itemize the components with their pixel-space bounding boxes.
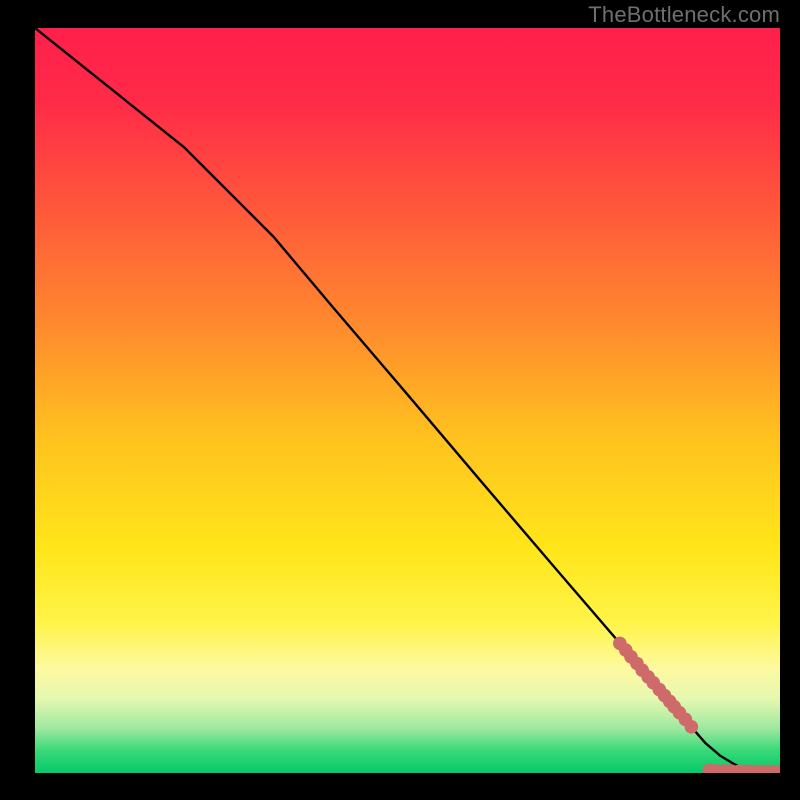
plot-area — [35, 28, 780, 773]
gradient-background — [35, 28, 780, 773]
chart-frame: TheBottleneck.com — [0, 0, 800, 800]
watermark-text: TheBottleneck.com — [588, 2, 780, 28]
chart-svg — [35, 28, 780, 773]
highlight-upper-point — [685, 720, 699, 734]
